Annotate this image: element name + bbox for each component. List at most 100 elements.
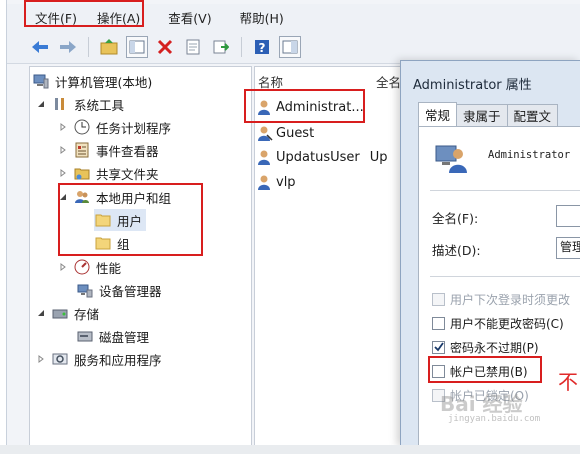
menu-view[interactable]: 查看(V) <box>154 8 225 27</box>
list-item-updatususer[interactable]: UpdatusUser Up <box>256 146 388 168</box>
tree-item-disk-management[interactable]: 磁盘管理 <box>76 325 149 347</box>
tree-label: 事件查看器 <box>96 143 159 159</box>
dialog-tabs: 常规 隶属于 配置文 <box>418 102 559 126</box>
annotation-note: 不 <box>558 370 578 394</box>
list-item-name: Guest <box>276 125 315 141</box>
clock-icon <box>73 119 90 136</box>
disk-icon <box>76 328 93 345</box>
expanded-arrow-icon[interactable] <box>36 308 46 318</box>
option-label: 密码永不过期(P) <box>450 340 539 355</box>
tree-item-services-apps[interactable]: 服务和应用程序 <box>36 348 162 370</box>
tree-item-performance[interactable]: 性能 <box>58 256 121 278</box>
option-password-never-expires[interactable]: 密码永不过期(P) <box>432 338 539 356</box>
menu-action[interactable]: 操作(A) <box>91 8 154 27</box>
tree-item-event-viewer[interactable]: 事件查看器 <box>58 139 159 161</box>
option-label: 帐户已禁用(B) <box>450 364 528 379</box>
menu-file[interactable]: 文件(F) <box>7 8 91 27</box>
tree-item-groups[interactable]: 组 <box>94 232 130 254</box>
list-item-name: UpdatusUser <box>276 149 360 165</box>
user-large-icon <box>434 140 468 178</box>
separator <box>430 276 580 277</box>
tree-item-computer-management[interactable]: 计算机管理(本地) <box>32 70 152 92</box>
list-item-guest[interactable]: Guest <box>256 122 314 144</box>
tree-label: 系统工具 <box>74 97 125 113</box>
computer-management-icon <box>32 73 49 90</box>
tree-label: 设备管理器 <box>99 283 162 299</box>
tree-item-shared-folders[interactable]: 共享文件夹 <box>58 162 159 184</box>
option-account-disabled[interactable]: 帐户已禁用(B) <box>432 362 528 380</box>
fullname-field[interactable] <box>556 205 580 227</box>
toolbar-separator <box>88 36 89 57</box>
checkbox[interactable] <box>432 364 445 378</box>
column-header-name[interactable]: 名称 <box>258 72 283 91</box>
checkbox[interactable] <box>432 292 445 306</box>
dialog-user-name: Administrator <box>488 149 571 161</box>
tree-item-device-manager[interactable]: 设备管理器 <box>76 279 162 301</box>
user-icon <box>256 99 273 116</box>
user-icon <box>256 174 273 191</box>
description-label: 描述(D): <box>432 243 481 258</box>
column-header-fullname[interactable]: 全名 <box>376 72 401 91</box>
collapsed-arrow-icon[interactable] <box>58 122 68 132</box>
tree-item-system-tools[interactable]: 系统工具 <box>36 93 124 115</box>
list-item-administrator[interactable]: Administrat... <box>256 96 364 118</box>
user-icon <box>256 149 273 166</box>
tree-label: 组 <box>117 236 130 252</box>
option-must-change-password[interactable]: 用户下次登录时须更改 <box>432 290 570 308</box>
collapsed-arrow-icon[interactable] <box>58 168 68 178</box>
tree-label: 用户 <box>117 213 143 229</box>
dialog-title: Administrator 属性 <box>413 78 532 93</box>
watermark-url: jingyan.baidu.com <box>448 414 541 424</box>
fullname-label: 全名(F): <box>432 211 479 226</box>
option-label: 用户下次登录时须更改 <box>450 292 571 307</box>
folder-icon <box>94 235 111 252</box>
collapsed-arrow-icon[interactable] <box>36 354 46 364</box>
expanded-arrow-icon[interactable] <box>58 192 68 202</box>
tab-general[interactable]: 常规 <box>418 102 458 126</box>
checkbox-checked[interactable] <box>432 340 445 354</box>
menu-help[interactable]: 帮助(H) <box>226 8 298 27</box>
forward-icon[interactable] <box>57 36 79 58</box>
tree-label: 计算机管理(本地) <box>55 74 153 90</box>
tree-label: 共享文件夹 <box>96 166 159 182</box>
shared-folder-icon <box>73 165 90 182</box>
event-viewer-icon <box>73 142 90 159</box>
tools-icon <box>51 96 68 113</box>
tree-label: 性能 <box>96 260 122 276</box>
help-icon[interactable]: ? <box>251 36 273 58</box>
show-tree-icon[interactable] <box>126 35 148 58</box>
separator <box>430 190 580 191</box>
list-item-vlp[interactable]: vlp <box>256 171 296 193</box>
services-icon <box>51 351 68 368</box>
back-icon[interactable] <box>29 36 51 58</box>
view-icon[interactable] <box>279 35 301 58</box>
tree-item-storage[interactable]: 存储 <box>36 302 99 324</box>
tree-item-users[interactable]: 用户 <box>94 209 147 231</box>
tab-profile[interactable]: 配置文 <box>506 104 559 126</box>
tree-label: 本地用户和组 <box>96 190 172 206</box>
delete-icon[interactable] <box>154 36 176 58</box>
tree-label: 磁盘管理 <box>99 329 150 345</box>
performance-icon <box>73 259 90 276</box>
user-icon <box>256 125 273 142</box>
device-manager-icon <box>76 282 93 299</box>
tab-member-of[interactable]: 隶属于 <box>456 104 508 126</box>
menubar: 文件(F) 操作(A) 查看(V) 帮助(H) <box>7 4 580 30</box>
tree-item-task-scheduler[interactable]: 任务计划程序 <box>58 116 171 138</box>
list-item-name: Administrat... <box>276 99 364 115</box>
checkbox[interactable] <box>432 316 445 330</box>
option-cannot-change-password[interactable]: 用户不能更改密码(C) <box>432 314 564 332</box>
list-item-fullname: Up <box>369 149 388 165</box>
bottom-strip <box>0 445 580 454</box>
collapsed-arrow-icon[interactable] <box>58 262 68 272</box>
export-icon[interactable] <box>210 36 232 58</box>
collapsed-arrow-icon[interactable] <box>58 145 68 155</box>
tree-item-local-users-groups[interactable]: 本地用户和组 <box>58 186 171 208</box>
description-field[interactable]: 管理 <box>556 237 580 259</box>
toolbar: ? <box>7 30 580 64</box>
storage-icon <box>51 305 68 322</box>
expanded-arrow-icon[interactable] <box>36 99 46 109</box>
tree-label: 任务计划程序 <box>96 120 172 136</box>
properties-icon[interactable] <box>182 36 204 58</box>
up-folder-icon[interactable] <box>98 36 120 58</box>
